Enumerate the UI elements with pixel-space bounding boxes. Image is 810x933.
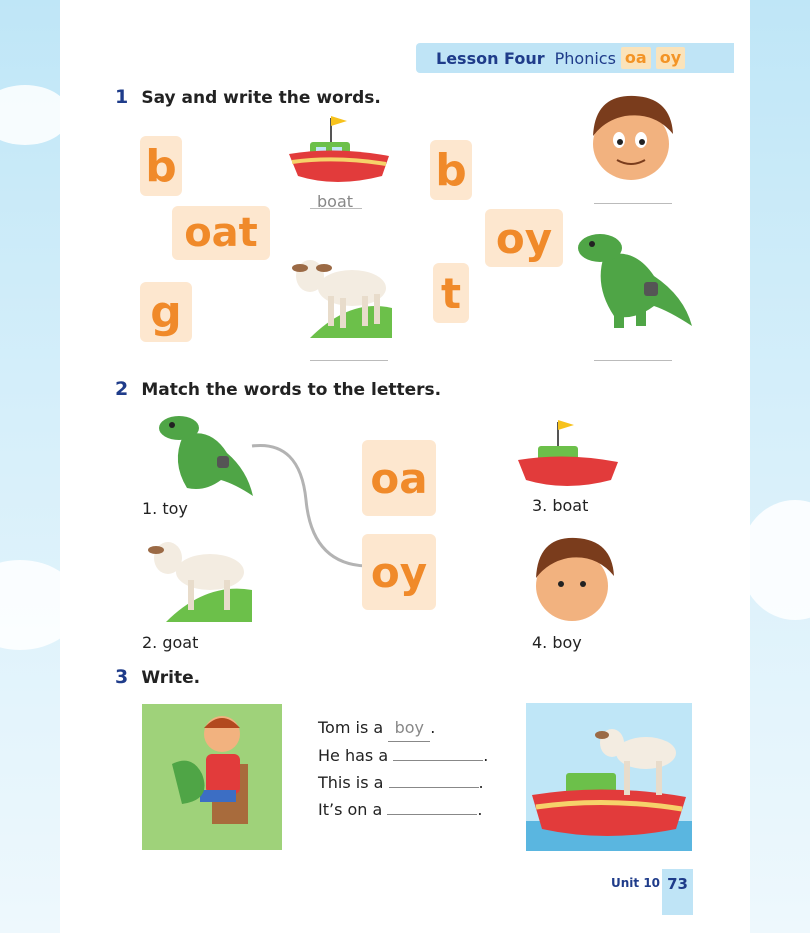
sentence-2-blank[interactable] (393, 746, 484, 761)
boat-illustration (289, 116, 389, 182)
goat-illustration (292, 260, 392, 338)
match-toy-dinosaur-illustration (159, 416, 253, 496)
sentence-3-blank[interactable] (388, 773, 479, 788)
sentence-1-answer[interactable]: boy (388, 714, 431, 742)
sentence-1-text: Tom is a (318, 718, 384, 737)
match-goat-illustration (148, 542, 252, 622)
sentence-3: This is a . (318, 769, 498, 796)
sentence-1-end: . (430, 718, 436, 737)
tile-g: g (140, 282, 192, 342)
section1-instruction: Say and write the words. (141, 88, 381, 108)
boy-face-illustration (593, 95, 673, 180)
page-number: 73 (662, 869, 693, 915)
answer-line-boy (594, 203, 672, 204)
answer-line-toy (594, 360, 672, 361)
tile-b-2: b (430, 140, 472, 200)
match-tile-oy: oy (362, 534, 436, 610)
section3-instruction: Write. (141, 668, 201, 688)
section1-heading: 1 Say and write the words. (115, 86, 381, 108)
unit-label: Unit 10 (611, 876, 661, 890)
write-sentences: Tom is a boy. He has a . This is a . It’… (318, 714, 498, 823)
lesson-topic: Phonics (554, 48, 616, 68)
match-item-boy: 4. boy (532, 633, 582, 652)
sentence-4-text: It’s on a (318, 800, 383, 819)
match-item-goat: 2. goat (142, 633, 199, 652)
match-item-boat: 3. boat (532, 496, 589, 515)
phonics-chip-oy: oy (655, 47, 686, 69)
section1-number: 1 (115, 86, 129, 108)
phonics-chip-oa: oa (620, 47, 651, 69)
boy-with-toy-picture (142, 704, 282, 850)
match-tile-oa: oa (362, 440, 436, 516)
sentence-1: Tom is a boy. (318, 714, 498, 742)
section2-instruction: Match the words to the letters. (141, 380, 442, 400)
tile-oy-1: oy (485, 209, 563, 267)
tile-oat: oat (172, 206, 270, 260)
match-item-toy: 1. toy (142, 499, 188, 518)
sentence-2-end: . (483, 746, 489, 765)
tile-b-1: b (140, 136, 182, 196)
lesson-title: Lesson Four (436, 48, 545, 68)
section2-heading: 2 Match the words to the letters. (115, 378, 441, 400)
sentence-2-text: He has a (318, 746, 389, 765)
toy-dinosaur-illustration (578, 234, 692, 328)
section3-number: 3 (115, 666, 129, 688)
goat-on-boat-picture (526, 703, 692, 851)
match-connector-line (251, 443, 367, 568)
sentence-2: He has a . (318, 742, 498, 769)
example-answer-boat: boat (317, 192, 354, 211)
sentence-3-end: . (478, 773, 484, 792)
workbook-page: Lesson Four Phonics oa oy 1 Say and writ… (60, 0, 750, 933)
lesson-banner: Lesson Four Phonics oa oy (416, 43, 734, 73)
sentence-4: It’s on a . (318, 796, 498, 823)
sentence-4-end: . (477, 800, 483, 819)
tile-t: t (433, 263, 469, 323)
match-boy-face-illustration (536, 537, 614, 621)
section2-number: 2 (115, 378, 129, 400)
cloud-right-bottom (740, 500, 810, 620)
sentence-3-text: This is a (318, 773, 384, 792)
match-boat-illustration (518, 420, 618, 486)
sentence-4-blank[interactable] (387, 800, 478, 815)
answer-line-goat (310, 360, 388, 361)
section3-heading: 3 Write. (115, 666, 200, 688)
